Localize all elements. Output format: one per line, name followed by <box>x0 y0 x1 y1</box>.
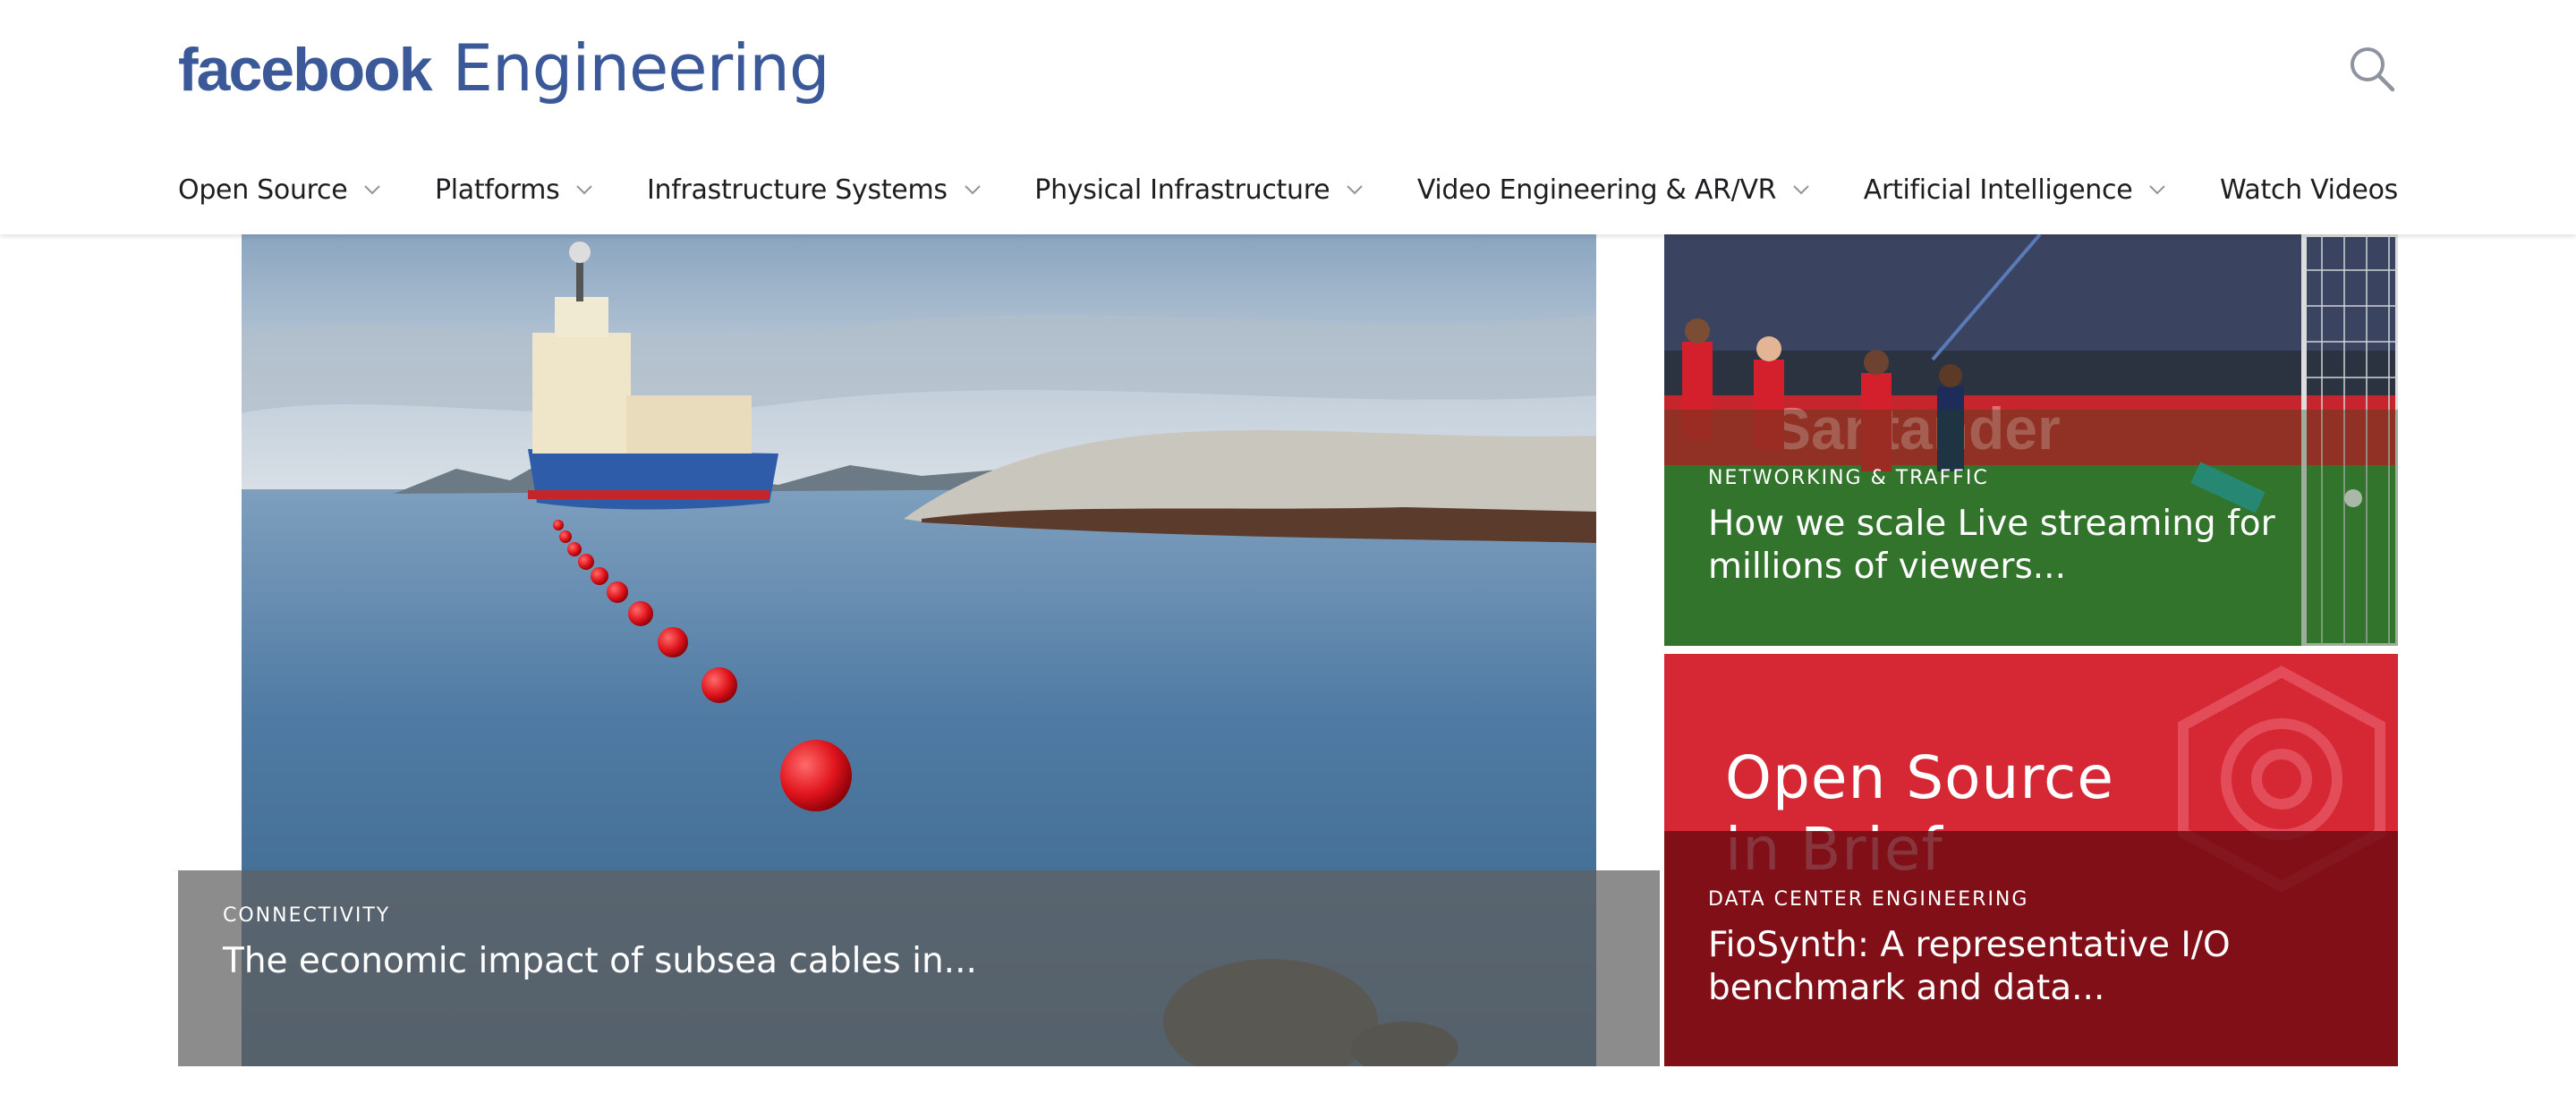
search-icon[interactable] <box>2348 45 2396 93</box>
card-article-title[interactable]: How we scale Live streaming for millions… <box>1708 503 2370 589</box>
chevron-down-icon <box>576 185 593 195</box>
nav-item-label: Platforms <box>434 174 560 206</box>
hero-category-label[interactable]: CONNECTIVITY <box>223 904 390 927</box>
logo-engineering-text: Engineering <box>452 30 830 106</box>
featured-card-fiosynth[interactable]: Open Source in Brief DATA CENTER ENGINEE… <box>1664 654 2398 1066</box>
featured-hero-article[interactable]: CONNECTIVITY The economic impact of subs… <box>178 234 1660 1066</box>
nav-item-infrastructure-systems[interactable]: Infrastructure Systems <box>647 174 982 206</box>
nav-item-video-engineering-arvr[interactable]: Video Engineering & AR/VR <box>1417 174 1810 206</box>
chevron-down-icon <box>364 185 381 195</box>
nav-item-label: Infrastructure Systems <box>646 174 948 206</box>
chevron-down-icon <box>2149 185 2166 195</box>
main-nav: Open Source Platforms Infrastructure Sys… <box>178 165 2398 215</box>
nav-item-open-source[interactable]: Open Source <box>178 174 381 206</box>
nav-item-platforms[interactable]: Platforms <box>435 174 593 206</box>
site-logo[interactable]: facebook Engineering <box>178 30 830 120</box>
chevron-down-icon <box>1793 185 1809 195</box>
featured-card-live-streaming[interactable]: Santander NETWORKING & TRAFFIC How we sc… <box>1664 234 2398 646</box>
nav-item-label: Physical Infrastructure <box>1034 174 1331 206</box>
card-category-label[interactable]: NETWORKING & TRAFFIC <box>1708 467 1989 489</box>
nav-item-label: Video Engineering & AR/VR <box>1416 174 1777 206</box>
nav-item-label: Open Source <box>178 174 348 206</box>
nav-item-artificial-intelligence[interactable]: Artificial Intelligence <box>1864 174 2167 206</box>
nav-item-physical-infrastructure[interactable]: Physical Infrastructure <box>1034 174 1364 206</box>
chevron-down-icon <box>965 185 981 195</box>
hero-caption-overlay: CONNECTIVITY The economic impact of subs… <box>178 870 1660 1066</box>
nav-item-label: Watch Videos <box>2219 174 2398 206</box>
graphic-heading-line1: Open Source <box>1725 743 2114 812</box>
logo-facebook-wordmark: facebook <box>178 36 433 104</box>
hero-article-title[interactable]: The economic impact of subsea cables in.… <box>223 940 1475 983</box>
card-article-title[interactable]: FioSynth: A representative I/O benchmark… <box>1708 924 2370 1010</box>
site-header: facebook Engineering Open Source Platfor… <box>0 0 2576 234</box>
nav-item-watch-videos[interactable]: Watch Videos <box>2220 174 2398 206</box>
nav-item-label: Artificial Intelligence <box>1863 174 2133 206</box>
chevron-down-icon <box>1347 185 1363 195</box>
card-category-label[interactable]: DATA CENTER ENGINEERING <box>1708 888 2028 911</box>
